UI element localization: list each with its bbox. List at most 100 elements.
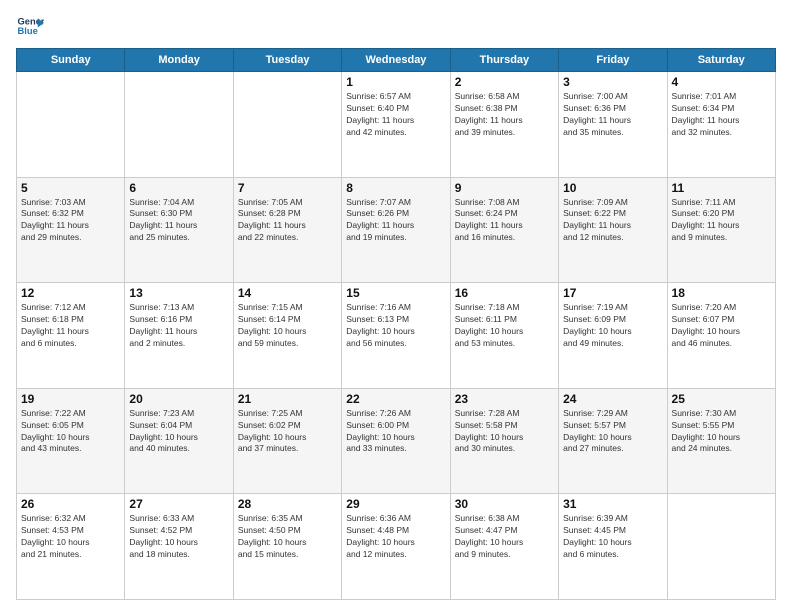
cell-info: Sunrise: 7:15 AM Sunset: 6:14 PM Dayligh…: [238, 302, 337, 350]
calendar-cell: 30Sunrise: 6:38 AM Sunset: 4:47 PM Dayli…: [450, 494, 558, 600]
cell-info: Sunrise: 6:57 AM Sunset: 6:40 PM Dayligh…: [346, 91, 445, 139]
calendar-cell: 8 Sunrise: 7:07 AM Sunset: 6:26 PM Daylig…: [342, 177, 450, 283]
cell-info: Sunrise: 7:00 AM Sunset: 6:36 PM Dayligh…: [563, 91, 662, 139]
calendar-cell: 28 Sunrise: 6:35 AM Sunset: 4:50 PM Dayli…: [233, 494, 341, 600]
calendar-week-4: 19Sunrise: 7:22 AM Sunset: 6:05 PM Dayli…: [17, 388, 776, 494]
calendar-week-3: 12 Sunrise: 7:12 AM Sunset: 6:18 PM Dayli…: [17, 283, 776, 389]
day-number: 26: [21, 497, 120, 511]
day-number: 10: [563, 181, 662, 195]
calendar-cell: 17 Sunrise: 7:19 AM Sunset: 6:09 PM Dayli…: [559, 283, 667, 389]
calendar-cell: 12 Sunrise: 7:12 AM Sunset: 6:18 PM Dayli…: [17, 283, 125, 389]
cell-info: Sunrise: 6:58 AM Sunset: 6:38 PM Dayligh…: [455, 91, 554, 139]
cell-info: Sunrise: 7:05 AM Sunset: 6:28 PM Dayligh…: [238, 197, 337, 245]
cell-info: Sunrise: 7:28 AM Sunset: 5:58 PM Dayligh…: [455, 408, 554, 456]
calendar-cell: 11 Sunrise: 7:11 AM Sunset: 6:20 PM Dayli…: [667, 177, 775, 283]
calendar-cell: 15Sunrise: 7:16 AM Sunset: 6:13 PM Dayli…: [342, 283, 450, 389]
cell-info: Sunrise: 7:01 AM Sunset: 6:34 PM Dayligh…: [672, 91, 771, 139]
cell-info: Sunrise: 7:19 AM Sunset: 6:09 PM Dayligh…: [563, 302, 662, 350]
day-number: 7: [238, 181, 337, 195]
cell-info: Sunrise: 7:20 AM Sunset: 6:07 PM Dayligh…: [672, 302, 771, 350]
calendar-cell: 25Sunrise: 7:30 AM Sunset: 5:55 PM Dayli…: [667, 388, 775, 494]
weekday-row: SundayMondayTuesdayWednesdayThursdayFrid…: [17, 49, 776, 72]
cell-info: Sunrise: 6:33 AM Sunset: 4:52 PM Dayligh…: [129, 513, 228, 561]
calendar-week-5: 26 Sunrise: 6:32 AM Sunset: 4:53 PM Dayli…: [17, 494, 776, 600]
cell-info: Sunrise: 7:09 AM Sunset: 6:22 PM Dayligh…: [563, 197, 662, 245]
cell-info: Sunrise: 7:30 AM Sunset: 5:55 PM Dayligh…: [672, 408, 771, 456]
cell-info: Sunrise: 7:13 AM Sunset: 6:16 PM Dayligh…: [129, 302, 228, 350]
cell-info: Sunrise: 6:35 AM Sunset: 4:50 PM Dayligh…: [238, 513, 337, 561]
calendar-table: SundayMondayTuesdayWednesdayThursdayFrid…: [16, 48, 776, 600]
calendar-cell: 31 Sunrise: 6:39 AM Sunset: 4:45 PM Dayli…: [559, 494, 667, 600]
cell-info: Sunrise: 7:18 AM Sunset: 6:11 PM Dayligh…: [455, 302, 554, 350]
calendar-cell: 10 Sunrise: 7:09 AM Sunset: 6:22 PM Dayli…: [559, 177, 667, 283]
header: General Blue: [16, 12, 776, 40]
day-number: 18: [672, 286, 771, 300]
calendar-cell: [17, 72, 125, 178]
day-number: 19: [21, 392, 120, 406]
cell-info: Sunrise: 6:38 AM Sunset: 4:47 PM Dayligh…: [455, 513, 554, 561]
cell-info: Sunrise: 6:32 AM Sunset: 4:53 PM Dayligh…: [21, 513, 120, 561]
calendar-cell: 18 Sunrise: 7:20 AM Sunset: 6:07 PM Dayli…: [667, 283, 775, 389]
day-number: 12: [21, 286, 120, 300]
day-number: 17: [563, 286, 662, 300]
calendar-cell: 16 Sunrise: 7:18 AM Sunset: 6:11 PM Dayli…: [450, 283, 558, 389]
weekday-header-friday: Friday: [559, 49, 667, 72]
calendar-cell: 27 Sunrise: 6:33 AM Sunset: 4:52 PM Dayli…: [125, 494, 233, 600]
calendar-cell: 29 Sunrise: 6:36 AM Sunset: 4:48 PM Dayli…: [342, 494, 450, 600]
cell-info: Sunrise: 6:39 AM Sunset: 4:45 PM Dayligh…: [563, 513, 662, 561]
svg-text:Blue: Blue: [18, 26, 38, 36]
day-number: 11: [672, 181, 771, 195]
calendar-cell: 23 Sunrise: 7:28 AM Sunset: 5:58 PM Dayli…: [450, 388, 558, 494]
day-number: 29: [346, 497, 445, 511]
calendar-cell: 2 Sunrise: 6:58 AM Sunset: 6:38 PM Daylig…: [450, 72, 558, 178]
day-number: 8: [346, 181, 445, 195]
day-number: 13: [129, 286, 228, 300]
day-number: 1: [346, 75, 445, 89]
calendar-header: SundayMondayTuesdayWednesdayThursdayFrid…: [17, 49, 776, 72]
cell-info: Sunrise: 7:12 AM Sunset: 6:18 PM Dayligh…: [21, 302, 120, 350]
cell-info: Sunrise: 7:04 AM Sunset: 6:30 PM Dayligh…: [129, 197, 228, 245]
day-number: 22: [346, 392, 445, 406]
calendar-cell: [125, 72, 233, 178]
weekday-header-tuesday: Tuesday: [233, 49, 341, 72]
weekday-header-sunday: Sunday: [17, 49, 125, 72]
calendar-cell: [233, 72, 341, 178]
calendar-cell: 6Sunrise: 7:04 AM Sunset: 6:30 PM Daylig…: [125, 177, 233, 283]
day-number: 27: [129, 497, 228, 511]
calendar-cell: 14Sunrise: 7:15 AM Sunset: 6:14 PM Dayli…: [233, 283, 341, 389]
calendar-cell: 24Sunrise: 7:29 AM Sunset: 5:57 PM Dayli…: [559, 388, 667, 494]
weekday-header-monday: Monday: [125, 49, 233, 72]
day-number: 21: [238, 392, 337, 406]
day-number: 16: [455, 286, 554, 300]
calendar-cell: 7 Sunrise: 7:05 AM Sunset: 6:28 PM Daylig…: [233, 177, 341, 283]
calendar-week-2: 5Sunrise: 7:03 AM Sunset: 6:32 PM Daylig…: [17, 177, 776, 283]
calendar-cell: 4 Sunrise: 7:01 AM Sunset: 6:34 PM Daylig…: [667, 72, 775, 178]
day-number: 24: [563, 392, 662, 406]
calendar-cell: 20Sunrise: 7:23 AM Sunset: 6:04 PM Dayli…: [125, 388, 233, 494]
logo-icon: General Blue: [16, 12, 44, 40]
day-number: 23: [455, 392, 554, 406]
calendar-cell: 26 Sunrise: 6:32 AM Sunset: 4:53 PM Dayli…: [17, 494, 125, 600]
day-number: 28: [238, 497, 337, 511]
calendar-week-1: 1 Sunrise: 6:57 AM Sunset: 6:40 PM Daylig…: [17, 72, 776, 178]
day-number: 31: [563, 497, 662, 511]
calendar-cell: 22Sunrise: 7:26 AM Sunset: 6:00 PM Dayli…: [342, 388, 450, 494]
calendar-cell: 3Sunrise: 7:00 AM Sunset: 6:36 PM Daylig…: [559, 72, 667, 178]
cell-info: Sunrise: 7:25 AM Sunset: 6:02 PM Dayligh…: [238, 408, 337, 456]
calendar-cell: 21 Sunrise: 7:25 AM Sunset: 6:02 PM Dayli…: [233, 388, 341, 494]
cell-info: Sunrise: 7:08 AM Sunset: 6:24 PM Dayligh…: [455, 197, 554, 245]
calendar-body: 1 Sunrise: 6:57 AM Sunset: 6:40 PM Daylig…: [17, 72, 776, 600]
day-number: 4: [672, 75, 771, 89]
cell-info: Sunrise: 6:36 AM Sunset: 4:48 PM Dayligh…: [346, 513, 445, 561]
calendar-cell: 13 Sunrise: 7:13 AM Sunset: 6:16 PM Dayli…: [125, 283, 233, 389]
cell-info: Sunrise: 7:07 AM Sunset: 6:26 PM Dayligh…: [346, 197, 445, 245]
calendar-cell: 19Sunrise: 7:22 AM Sunset: 6:05 PM Dayli…: [17, 388, 125, 494]
day-number: 15: [346, 286, 445, 300]
calendar-cell: 9 Sunrise: 7:08 AM Sunset: 6:24 PM Daylig…: [450, 177, 558, 283]
logo: General Blue: [16, 12, 44, 40]
day-number: 9: [455, 181, 554, 195]
weekday-header-thursday: Thursday: [450, 49, 558, 72]
day-number: 2: [455, 75, 554, 89]
cell-info: Sunrise: 7:11 AM Sunset: 6:20 PM Dayligh…: [672, 197, 771, 245]
calendar-cell: 1 Sunrise: 6:57 AM Sunset: 6:40 PM Daylig…: [342, 72, 450, 178]
